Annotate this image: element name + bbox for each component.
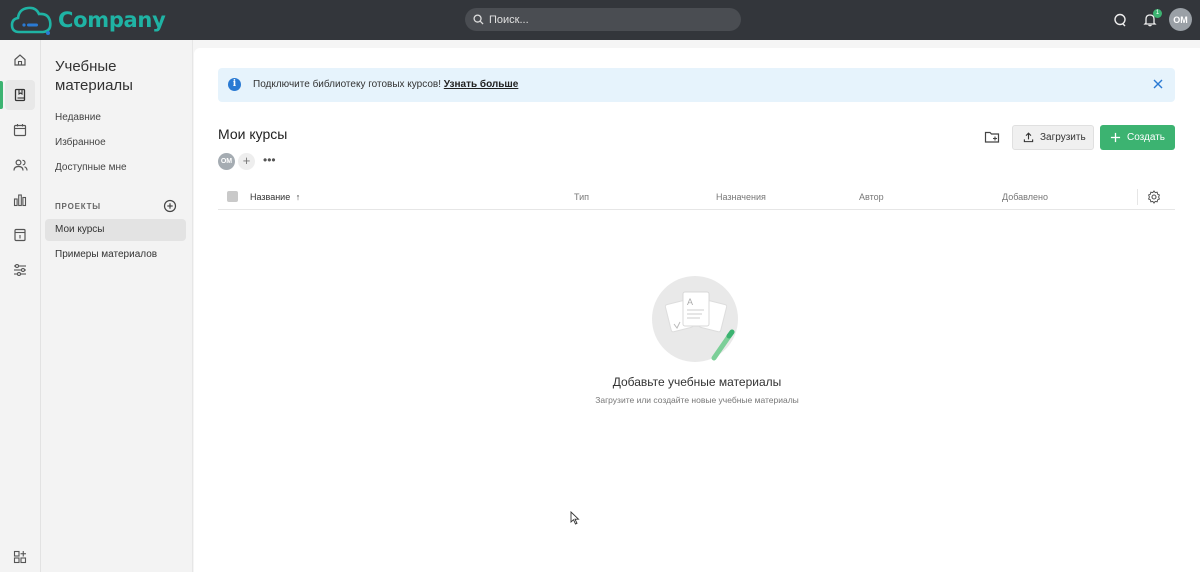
column-added[interactable]: Добавлено	[1002, 192, 1048, 202]
upload-label: Загрузить	[1040, 132, 1086, 143]
info-banner: i Подключите библиотеку готовых курсов! …	[218, 68, 1175, 102]
calendar-icon	[13, 124, 27, 137]
column-author[interactable]: Автор	[859, 192, 884, 202]
empty-state-illustration: A	[652, 276, 738, 362]
chat-icon	[1114, 13, 1126, 27]
rail-pages[interactable]	[5, 220, 35, 250]
column-assignments[interactable]: Назначения	[716, 192, 766, 202]
notification-badge: 1	[1153, 9, 1162, 18]
rail-calendar[interactable]	[5, 115, 35, 145]
member-avatar[interactable]: ОМ	[218, 153, 235, 170]
apps-add-icon	[13, 550, 27, 564]
rail-home[interactable]	[5, 45, 35, 75]
sidebar-link-shared[interactable]: Доступные мне	[55, 162, 127, 173]
chat-button[interactable]	[1108, 8, 1132, 32]
add-member-button[interactable]: +	[238, 153, 255, 170]
rail-learning[interactable]	[5, 80, 35, 110]
page-title: Мои курсы	[218, 126, 288, 142]
column-name-label: Название	[250, 192, 291, 202]
column-type[interactable]: Тип	[574, 192, 589, 202]
table-header: Название ↑ Тип Назначения Автор Добавлен…	[218, 186, 1175, 210]
search-box[interactable]	[465, 8, 741, 31]
main-content: i Подключите библиотеку готовых курсов! …	[194, 48, 1200, 572]
sidebar-link-favorites[interactable]: Избранное	[55, 137, 106, 148]
rail-settings[interactable]	[5, 255, 35, 285]
upload-button[interactable]: Загрузить	[1012, 125, 1094, 150]
sidebar-link-recent[interactable]: Недавние	[55, 112, 101, 123]
chart-icon	[13, 194, 27, 207]
user-avatar[interactable]: ОМ	[1169, 8, 1192, 31]
more-options-button[interactable]: •••	[263, 153, 276, 167]
section-sidebar: Учебные материалы Недавние Избранное Дос…	[41, 40, 193, 572]
rail-active-indicator	[0, 81, 3, 109]
column-name[interactable]: Название ↑	[250, 192, 300, 202]
page-icon	[14, 228, 26, 242]
column-separator	[1137, 189, 1138, 205]
gear-icon[interactable]	[1147, 190, 1161, 204]
svg-text:A: A	[687, 297, 693, 307]
empty-state-subtitle: Загрузите или создайте новые учебные мат…	[595, 395, 799, 405]
section-title: Учебные материалы	[55, 58, 133, 94]
upload-icon	[1023, 132, 1034, 143]
cloud-logo-icon	[10, 6, 52, 35]
company-logo[interactable]: Company	[10, 4, 166, 36]
mouse-cursor-icon	[570, 511, 580, 525]
rail-users[interactable]	[5, 150, 35, 180]
users-icon	[12, 159, 28, 171]
info-icon: i	[228, 78, 241, 91]
banner-message: Подключите библиотеку готовых курсов!	[253, 79, 441, 90]
projects-section-label: ПРОЕКТЫ	[55, 202, 101, 211]
rail-apps[interactable]	[5, 542, 35, 572]
banner-text: Подключите библиотеку готовых курсов! Уз…	[253, 79, 518, 90]
new-folder-icon[interactable]	[984, 129, 1000, 145]
rail-analytics[interactable]	[5, 185, 35, 215]
icon-rail	[0, 40, 41, 572]
add-project-icon[interactable]	[163, 199, 177, 213]
select-all-checkbox[interactable]	[227, 191, 238, 202]
top-bar: Company 1 ОМ	[0, 0, 1200, 40]
home-icon	[14, 54, 26, 66]
sidebar-project-examples[interactable]: Примеры материалов	[45, 244, 186, 266]
notifications-button[interactable]: 1	[1138, 8, 1162, 32]
sliders-icon	[14, 263, 26, 277]
empty-state-title: Добавьте учебные материалы	[612, 375, 782, 389]
brand-name: Company	[58, 8, 166, 32]
close-icon[interactable]	[1151, 77, 1165, 91]
sort-arrow-up-icon: ↑	[295, 192, 301, 202]
create-button[interactable]: Создать	[1100, 125, 1175, 150]
book-icon	[14, 88, 26, 102]
learn-more-link[interactable]: Узнать больше	[444, 79, 519, 90]
plus-icon	[1110, 132, 1121, 143]
search-icon	[473, 14, 484, 25]
create-label: Создать	[1127, 132, 1166, 143]
search-input[interactable]	[489, 13, 719, 26]
sidebar-project-my-courses[interactable]: Мои курсы	[45, 219, 186, 241]
